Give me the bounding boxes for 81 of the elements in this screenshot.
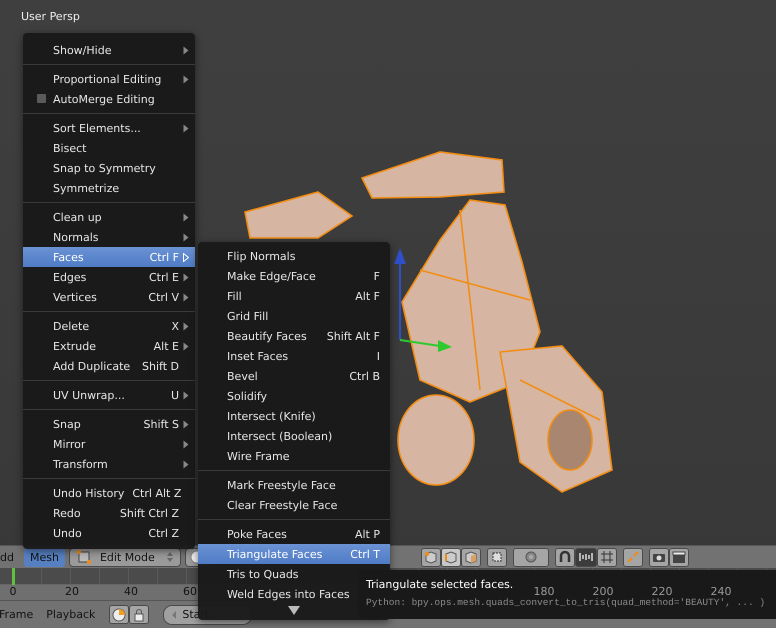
occlude-button[interactable] bbox=[486, 548, 507, 566]
menu-item[interactable]: UV Unwrap... U bbox=[23, 385, 195, 405]
magnet-icon bbox=[558, 550, 572, 564]
menu-item[interactable]: Faces Ctrl F bbox=[23, 247, 195, 267]
clapperboard-icon bbox=[672, 550, 686, 564]
lock-button[interactable] bbox=[129, 605, 150, 624]
menu-item[interactable]: Inset Faces I bbox=[198, 346, 390, 366]
menu-item[interactable]: Triangulate Faces Ctrl T bbox=[198, 544, 390, 564]
menu-item[interactable]: Extrude Alt E bbox=[23, 336, 195, 356]
menu-item[interactable]: Intersect (Knife) bbox=[198, 406, 390, 426]
header-menu[interactable]: Mesh bbox=[24, 548, 65, 566]
frame-number: 20 bbox=[64, 585, 80, 600]
menu-item[interactable]: Edges Ctrl E bbox=[23, 267, 195, 287]
snap-target-button[interactable] bbox=[596, 548, 617, 566]
menu-item[interactable]: Undo History Ctrl Alt Z bbox=[23, 483, 195, 503]
menu-item[interactable]: Vertices Ctrl V bbox=[23, 287, 195, 307]
frame-number: 220 bbox=[652, 585, 672, 598]
menu-item[interactable]: Proportional Editing bbox=[23, 69, 195, 89]
snap-toggle-button[interactable] bbox=[554, 548, 575, 566]
menu-item[interactable]: Bisect bbox=[23, 138, 195, 158]
timeline-menu[interactable]: Frame bbox=[0, 608, 34, 621]
snap-element-dropdown[interactable] bbox=[574, 548, 597, 566]
cube-icon bbox=[464, 550, 478, 564]
lock-icon bbox=[132, 608, 146, 622]
frame-number: 0 bbox=[8, 585, 18, 600]
edge-select-button[interactable] bbox=[440, 548, 461, 566]
menu-item[interactable]: Make Edge/Face F bbox=[198, 266, 390, 286]
grid-target-icon bbox=[600, 550, 614, 564]
menu-item[interactable]: Undo Ctrl Z bbox=[23, 523, 195, 543]
menu-item[interactable]: Redo Shift Ctrl Z bbox=[23, 503, 195, 523]
menu-item[interactable]: Fill Alt F bbox=[198, 286, 390, 306]
menu-item[interactable]: Mirror bbox=[23, 434, 195, 454]
frame-number: 60 bbox=[182, 585, 198, 600]
keying-button[interactable] bbox=[109, 605, 130, 624]
menu-item[interactable]: Solidify bbox=[198, 386, 390, 406]
pivot-dropdown[interactable] bbox=[512, 548, 549, 566]
left-arrow-icon bbox=[171, 610, 178, 618]
frame-number: 40 bbox=[123, 585, 139, 600]
proportional-button[interactable] bbox=[622, 548, 643, 566]
menu-item[interactable]: Show/Hide bbox=[23, 40, 195, 60]
timeline-menu[interactable]: Playback bbox=[46, 608, 96, 621]
menu-item[interactable]: Wire Frame bbox=[198, 446, 390, 466]
tooltip-python: Python: bpy.ops.mesh.quads_convert_to_tris(quad_method='BEAUTY', ... ) bbox=[366, 597, 766, 608]
frame-number: 180 bbox=[534, 585, 554, 598]
menu-item[interactable]: Add Duplicate Shift D bbox=[23, 356, 195, 376]
current-frame-marker[interactable] bbox=[12, 568, 15, 585]
render-animation-button[interactable] bbox=[668, 548, 689, 566]
menu-item[interactable]: Clean up bbox=[23, 207, 195, 227]
circle-dot-icon bbox=[524, 550, 538, 564]
menu-item[interactable]: Beautify Faces Shift Alt F bbox=[198, 326, 390, 346]
menu-item[interactable]: Mark Freestyle Face bbox=[198, 475, 390, 495]
menu-item[interactable]: Snap to Symmetry bbox=[23, 158, 195, 178]
menu-item[interactable]: Poke Faces Alt P bbox=[198, 524, 390, 544]
dotted-square-icon bbox=[490, 550, 504, 564]
menu-item[interactable]: Clear Freestyle Face bbox=[198, 495, 390, 515]
scroll-down-arrow-icon[interactable] bbox=[288, 606, 300, 615]
snap-increment-icon bbox=[578, 550, 594, 564]
vertex-select-button[interactable] bbox=[420, 548, 441, 566]
menu-item[interactable]: Flip Normals bbox=[198, 246, 390, 266]
cube-icon bbox=[444, 550, 458, 564]
checkbox[interactable] bbox=[37, 94, 46, 103]
menu-item[interactable]: Delete X bbox=[23, 316, 195, 336]
menu-item[interactable]: Transform bbox=[23, 454, 195, 474]
edit-mode-icon bbox=[76, 549, 92, 565]
menu-item[interactable]: Grid Fill bbox=[198, 306, 390, 326]
menu-item[interactable]: AutoMerge Editing bbox=[23, 89, 195, 109]
menu-item[interactable]: Intersect (Boolean) bbox=[198, 426, 390, 446]
menu-item[interactable]: Sort Elements... bbox=[23, 118, 195, 138]
cube-icon bbox=[424, 550, 438, 564]
menu-item[interactable]: Symmetrize bbox=[23, 178, 195, 198]
header-menu[interactable]: dd bbox=[0, 548, 20, 566]
face-select-button[interactable] bbox=[460, 548, 481, 566]
menu-item[interactable]: Bevel Ctrl B bbox=[198, 366, 390, 386]
menu-item[interactable]: Snap Shift S bbox=[23, 414, 195, 434]
frame-number: 240 bbox=[710, 585, 732, 598]
updown-arrows-icon bbox=[166, 551, 174, 563]
frame-number: 200 bbox=[592, 585, 614, 598]
menu-item[interactable]: Normals bbox=[23, 227, 195, 247]
viewport-label: User Persp bbox=[21, 10, 80, 23]
clock-icon bbox=[112, 608, 126, 622]
render-image-button[interactable] bbox=[648, 548, 669, 566]
